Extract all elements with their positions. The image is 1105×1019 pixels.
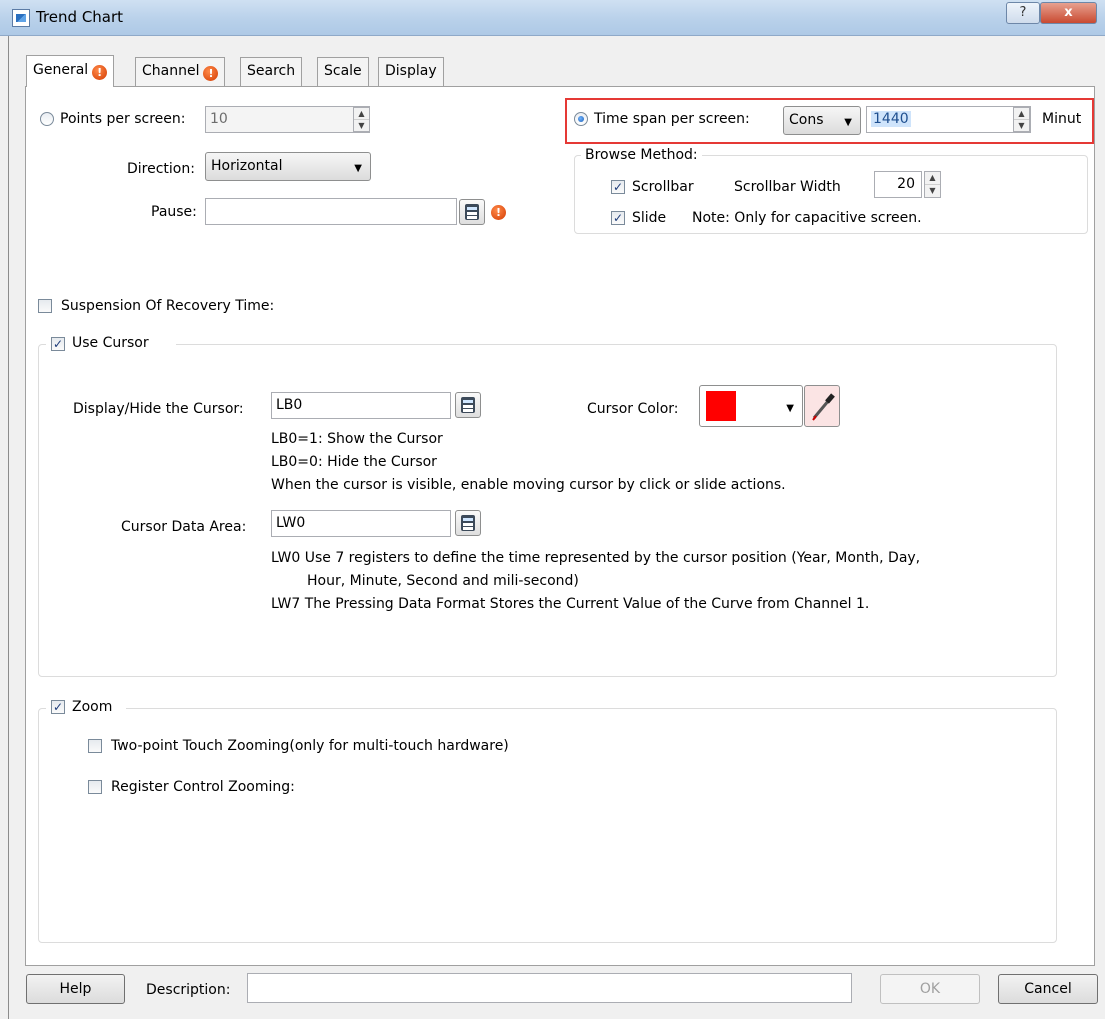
window-title: Trend Chart bbox=[36, 8, 124, 26]
time-span-radio[interactable] bbox=[574, 112, 588, 126]
tab-general-label: General bbox=[33, 62, 89, 78]
scrollbar-width-spinner[interactable]: ▲ ▼ bbox=[924, 171, 941, 198]
trend-chart-icon bbox=[12, 9, 30, 27]
help-button[interactable]: Help bbox=[26, 974, 125, 1004]
points-per-screen-radio[interactable] bbox=[40, 112, 54, 126]
ok-button[interactable]: OK bbox=[880, 974, 980, 1004]
register-control-zoom-label: Register Control Zooming: bbox=[111, 779, 295, 795]
zoom-label: Zoom bbox=[72, 699, 113, 715]
tab-scale[interactable]: Scale bbox=[317, 57, 369, 86]
scrollbar-checkbox[interactable]: ✓ bbox=[611, 180, 625, 194]
time-span-mode-value: Cons bbox=[789, 112, 824, 128]
two-point-zoom-label: Two-point Touch Zooming(only for multi-t… bbox=[111, 738, 509, 754]
data-area-help-line-1: LW0 Use 7 registers to define the time r… bbox=[271, 550, 921, 566]
tab-channel-label: Channel bbox=[142, 63, 200, 79]
use-cursor-checkbox[interactable]: ✓ bbox=[51, 337, 65, 351]
cursor-color-select[interactable]: ▼ bbox=[699, 385, 803, 427]
direction-label: Direction: bbox=[127, 161, 195, 177]
display-hide-cursor-label: Display/Hide the Cursor: bbox=[73, 401, 244, 417]
time-span-spinner[interactable]: ▲ ▼ bbox=[1013, 107, 1030, 132]
time-span-value: 1440 bbox=[871, 111, 911, 127]
cursor-help-line-3: When the cursor is visible, enable movin… bbox=[271, 477, 786, 493]
points-per-screen-label: Points per screen: bbox=[60, 111, 186, 127]
cursor-help-line-2: LB0=0: Hide the Cursor bbox=[271, 454, 437, 470]
suspension-checkbox[interactable] bbox=[38, 299, 52, 313]
time-span-mode-select[interactable]: Cons ▼ bbox=[783, 106, 861, 135]
pause-warning-icon: ! bbox=[491, 205, 506, 220]
time-span-label: Time span per screen: bbox=[594, 111, 750, 127]
time-span-unit: Minut bbox=[1042, 111, 1082, 127]
eyedropper-icon bbox=[812, 393, 835, 421]
data-area-help-line-2: Hour, Minute, Second and mili-second) bbox=[307, 573, 579, 589]
use-cursor-group bbox=[38, 344, 1057, 677]
tab-display[interactable]: Display bbox=[378, 57, 444, 86]
eyedropper-button[interactable] bbox=[804, 385, 840, 427]
two-point-zoom-checkbox[interactable] bbox=[88, 739, 102, 753]
help-caption-button[interactable]: ? bbox=[1006, 2, 1040, 24]
tab-scale-label: Scale bbox=[324, 63, 362, 79]
direction-select[interactable]: Horizontal ▼ bbox=[205, 152, 371, 181]
use-cursor-label: Use Cursor bbox=[72, 335, 149, 351]
time-span-input[interactable]: 1440 bbox=[866, 106, 1031, 133]
direction-value: Horizontal bbox=[211, 158, 283, 174]
browse-method-label: Browse Method: bbox=[581, 146, 702, 164]
title-bar: Trend Chart ? x bbox=[0, 0, 1105, 36]
display-hide-cursor-input[interactable]: LB0 bbox=[271, 392, 451, 419]
data-area-help-line-3: LW7 The Pressing Data Format Stores the … bbox=[271, 596, 870, 612]
scrollbar-width-label: Scrollbar Width bbox=[734, 179, 841, 195]
warning-icon: ! bbox=[203, 66, 219, 81]
scrollbar-label: Scrollbar bbox=[632, 179, 694, 195]
close-button[interactable]: x bbox=[1040, 2, 1097, 24]
register-control-zoom-checkbox[interactable] bbox=[88, 780, 102, 794]
pause-input[interactable] bbox=[205, 198, 457, 225]
tab-channel[interactable]: Channel! bbox=[135, 57, 226, 86]
pause-calculator-button[interactable] bbox=[459, 199, 485, 225]
display-hide-calculator-button[interactable] bbox=[455, 392, 481, 418]
points-per-screen-input[interactable]: 10 bbox=[205, 106, 370, 133]
scrollbar-width-input[interactable]: 20 bbox=[874, 171, 922, 198]
tab-search[interactable]: Search bbox=[240, 57, 303, 86]
cursor-color-label: Cursor Color: bbox=[587, 401, 679, 417]
chevron-down-icon: ▼ bbox=[354, 163, 362, 174]
tab-general[interactable]: General! bbox=[26, 55, 115, 87]
description-label: Description: bbox=[146, 982, 231, 998]
cancel-button[interactable]: Cancel bbox=[998, 974, 1098, 1004]
cursor-help-line-1: LB0=1: Show the Cursor bbox=[271, 431, 443, 447]
slide-checkbox[interactable]: ✓ bbox=[611, 211, 625, 225]
slide-label: Slide bbox=[632, 210, 667, 226]
cursor-data-area-input[interactable]: LW0 bbox=[271, 510, 451, 537]
description-input[interactable] bbox=[247, 973, 852, 1003]
chevron-down-icon: ▼ bbox=[844, 117, 852, 128]
suspension-label: Suspension Of Recovery Time: bbox=[61, 298, 275, 314]
warning-icon: ! bbox=[92, 65, 108, 80]
slide-note: Note: Only for capacitive screen. bbox=[692, 210, 922, 226]
pause-label: Pause: bbox=[151, 204, 197, 220]
zoom-checkbox[interactable]: ✓ bbox=[51, 700, 65, 714]
cursor-data-area-label: Cursor Data Area: bbox=[121, 519, 247, 535]
cursor-color-swatch bbox=[706, 391, 736, 421]
tab-search-label: Search bbox=[247, 63, 296, 79]
tab-display-label: Display bbox=[385, 63, 437, 79]
cursor-data-area-calculator-button[interactable] bbox=[455, 510, 481, 536]
points-per-screen-spinner[interactable]: ▲ ▼ bbox=[353, 107, 370, 132]
chevron-down-icon: ▼ bbox=[786, 403, 794, 414]
